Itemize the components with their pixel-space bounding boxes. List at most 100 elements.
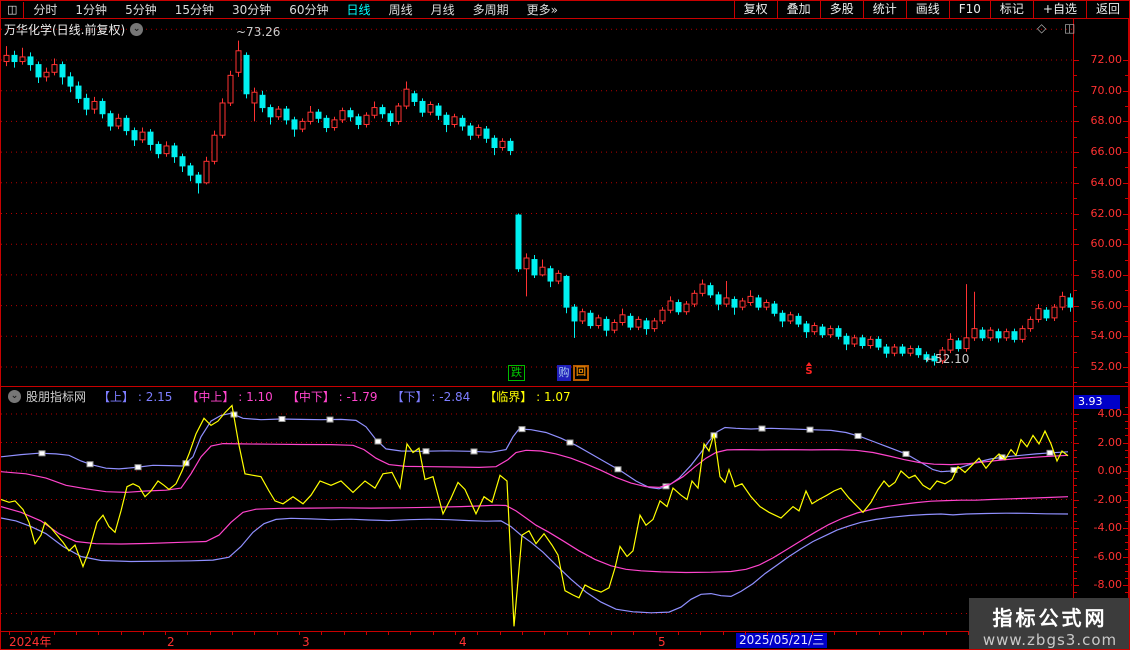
toolbar-button-6[interactable]: 标记 [989, 1, 1033, 18]
toolbar-button-2[interactable]: 多股 [819, 1, 863, 18]
candle-body [755, 297, 762, 308]
candle-body [331, 119, 338, 129]
axis-tick [1074, 382, 1077, 384]
axis-tick [1074, 290, 1077, 292]
axis-tick [1074, 449, 1077, 451]
period-tab-3[interactable]: 15分钟 [166, 2, 223, 18]
candle-body [1019, 328, 1026, 340]
price-axis-label: 52.00 [1090, 360, 1123, 373]
candle-body [139, 131, 146, 141]
candle-body [907, 348, 914, 354]
axis-tick [1123, 442, 1128, 444]
date-tick [477, 632, 479, 635]
chart-title: 万华化学(日线.前复权) ⌄ [4, 21, 144, 38]
date-tick [298, 632, 300, 635]
toolbar-button-0[interactable]: 复权 [733, 1, 777, 18]
axis-tick [1125, 351, 1128, 353]
high-price-annotation: ~73.26 [236, 25, 281, 39]
event-marker-buyback-1: 购 [557, 365, 571, 381]
candle-body [19, 56, 26, 63]
candle-body [363, 114, 370, 125]
chart-corner-icons[interactable]: ◇ ◫ [1037, 21, 1082, 35]
candle-body [171, 145, 178, 158]
candle-body [123, 117, 130, 132]
date-tick [142, 632, 144, 635]
axis-tick [1125, 167, 1128, 169]
axis-tick [1123, 556, 1128, 558]
toolbar-button-4[interactable]: 画线 [905, 1, 949, 18]
candle-body [1035, 308, 1042, 320]
band-square-marker [326, 416, 334, 423]
toolbar-button-7[interactable]: +自选 [1032, 1, 1086, 18]
axis-tick [1123, 414, 1128, 415]
axis-tick [1123, 152, 1128, 154]
axis-tick [1074, 435, 1077, 437]
axis-tick [1074, 428, 1077, 430]
axis-tick [1125, 456, 1128, 458]
toolbar-button-5[interactable]: F10 [948, 1, 990, 18]
candle-body [3, 54, 10, 63]
candle-body [595, 317, 602, 327]
toolbar-button-8[interactable]: 返回 [1085, 1, 1129, 18]
current-date-highlight: 2025/05/21/三 [736, 633, 828, 648]
chevron-down-icon[interactable]: ⌄ [130, 23, 144, 36]
date-tick [388, 632, 390, 635]
axis-tick [1125, 492, 1128, 494]
period-tab-0[interactable]: 分时 [24, 2, 66, 18]
chevron-down-icon[interactable]: ⌄ [8, 390, 21, 403]
candle-body [267, 107, 274, 118]
date-label-0: 2024年 [9, 635, 52, 649]
period-tab-7[interactable]: 周线 [380, 2, 422, 18]
band-square-marker [614, 466, 622, 473]
candle-body [355, 116, 362, 125]
axis-tick [1074, 198, 1077, 200]
candlestick-chart [1, 28, 1073, 368]
axis-tick [1074, 456, 1077, 458]
date-label-4: 5 [658, 635, 666, 649]
candle-body [747, 295, 754, 304]
candle-body [459, 117, 466, 127]
candle-body [603, 318, 610, 331]
indicator-axis-label: -6.00 [1093, 549, 1122, 563]
axis-tick [1123, 213, 1128, 215]
candle-body [147, 131, 154, 145]
candle-body [763, 302, 770, 308]
axis-tick [1125, 290, 1128, 292]
period-tab-5[interactable]: 60分钟 [280, 2, 337, 18]
top-menu-bar: ◫ 分时 1分钟 5分钟 15分钟 30分钟 60分钟 日线 周线 月线 多周期 更多» 复权 叠加多… [1, 1, 1129, 19]
candle-body [915, 348, 922, 356]
toolbar-button-3[interactable]: 统计 [862, 1, 906, 18]
axis-tick [1125, 421, 1128, 423]
toolbar-nav: 复权 叠加 多股 统计 画线 F10 标记 +自选 返回 [733, 1, 1129, 18]
candle-body [67, 76, 74, 87]
period-tab-10[interactable]: 更多» [518, 2, 567, 18]
candle-body [851, 337, 858, 345]
candle-body [1059, 295, 1066, 308]
sell-signal-marker: S [803, 362, 815, 377]
window-layout-icon[interactable]: ◫ [1, 1, 25, 18]
period-tab-1[interactable]: 1分钟 [66, 2, 116, 18]
date-tick [856, 632, 858, 635]
candle-body [379, 107, 386, 115]
candle-body [651, 320, 658, 330]
date-tick [566, 632, 568, 635]
axis-tick [1125, 563, 1128, 565]
period-tab-4[interactable]: 30分钟 [223, 2, 280, 18]
axis-tick [1125, 549, 1128, 551]
period-tab-8[interactable]: 月线 [422, 2, 464, 18]
period-tab-9[interactable]: 多周期 [464, 2, 518, 18]
candle-body [611, 321, 618, 331]
period-tab-2[interactable]: 5分钟 [116, 2, 166, 18]
candle-body [699, 283, 706, 294]
candle-body [667, 300, 674, 311]
date-tick [744, 632, 746, 635]
event-marker-buyback-2: 回 [573, 365, 589, 381]
axis-tick [1074, 492, 1077, 494]
period-tab-6[interactable]: 日线 [338, 2, 380, 18]
candle-body [779, 312, 786, 322]
toolbar-button-1[interactable]: 叠加 [776, 1, 820, 18]
candle-body [539, 266, 546, 276]
candle-body [955, 340, 962, 350]
date-tick [165, 632, 167, 635]
date-tick [432, 632, 434, 635]
